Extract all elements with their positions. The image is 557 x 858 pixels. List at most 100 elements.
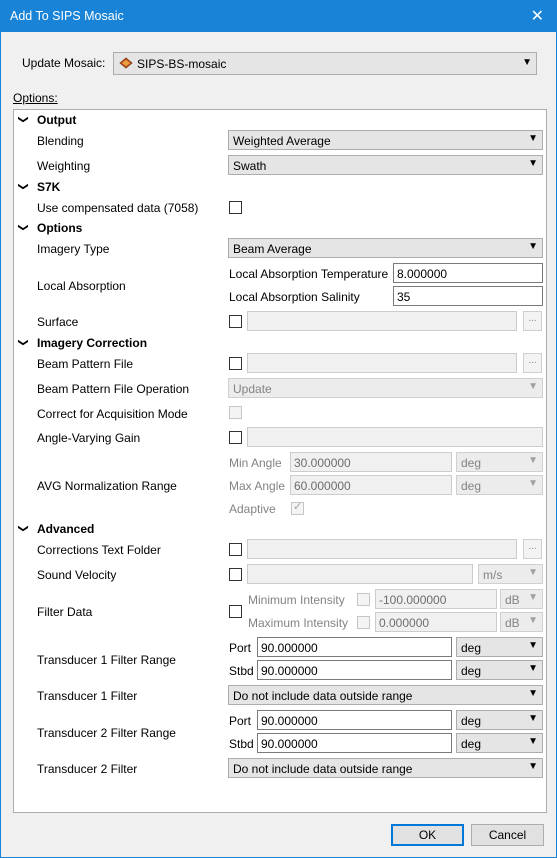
chevron-down-icon: ▼ — [528, 640, 538, 651]
min-intensity-unit: dB — [505, 593, 520, 607]
max-intensity-label: Maximum Intensity — [248, 616, 349, 630]
max-intensity-unit-select: dB ▼ — [500, 612, 543, 632]
max-intensity-input: 0.000000 — [375, 612, 497, 632]
t2-port-unit-select[interactable]: deg ▼ — [456, 710, 543, 730]
salinity-input[interactable]: 35 — [393, 286, 543, 306]
chevron-down-icon[interactable]: ❯ — [18, 524, 29, 532]
chevron-down-icon: ▼ — [528, 592, 538, 603]
t2-port-unit: deg — [461, 714, 482, 728]
t1-stbd-label: Stbd — [229, 664, 254, 678]
chevron-down-icon: ▼ — [528, 615, 538, 626]
filter-data-checkbox[interactable] — [229, 605, 242, 618]
acq-mode-label: Correct for Acquisition Mode — [37, 407, 188, 421]
surface-checkbox[interactable] — [229, 315, 242, 328]
beam-pattern-file-checkbox[interactable] — [229, 357, 242, 370]
sound-velocity-checkbox[interactable] — [229, 568, 242, 581]
avg-gain-checkbox[interactable] — [229, 431, 242, 444]
t2-stbd-unit: deg — [461, 737, 482, 751]
corrections-folder-browse-button: ... — [523, 539, 542, 559]
blending-label: Blending — [37, 134, 84, 148]
sound-velocity-input — [247, 564, 473, 584]
chevron-down-icon: ▼ — [528, 241, 538, 252]
min-intensity-unit-select: dB ▼ — [500, 589, 543, 609]
section-imagery-correction[interactable]: Imagery Correction — [37, 336, 147, 350]
beam-pattern-file-label: Beam Pattern File — [37, 357, 134, 371]
temperature-input[interactable]: 8.000000 — [393, 263, 543, 283]
sound-velocity-label: Sound Velocity — [37, 568, 117, 582]
min-angle-label: Min Angle — [229, 456, 282, 470]
t2-port-input[interactable]: 90.000000 — [257, 710, 452, 730]
mosaic-layer-icon — [119, 57, 133, 72]
weighting-value: Swath — [233, 159, 267, 173]
weighting-label: Weighting — [37, 159, 91, 173]
t1-filter-select[interactable]: Do not include data outside range ▼ — [228, 685, 543, 705]
temperature-label: Local Absorption Temperature — [229, 267, 389, 281]
max-angle-input: 60.000000 — [290, 475, 452, 495]
surface-browse-button: ... — [523, 311, 542, 331]
salinity-value: 35 — [397, 290, 411, 304]
t1-stbd-input[interactable]: 90.000000 — [257, 660, 452, 680]
min-intensity-checkbox — [357, 593, 370, 606]
chevron-down-icon: ▼ — [528, 688, 538, 699]
options-label: Options: — [13, 91, 58, 105]
dialog-window: Add To SIPS Mosaic ✕ Update Mosaic: SIPS… — [0, 0, 557, 858]
section-s7k[interactable]: S7K — [37, 180, 60, 194]
t2-port-value: 90.000000 — [261, 714, 318, 728]
chevron-down-icon: ▼ — [522, 57, 532, 68]
min-angle-input: 30.000000 — [290, 452, 452, 472]
section-output[interactable]: Output — [37, 113, 76, 127]
update-mosaic-select[interactable]: SIPS-BS-mosaic ▼ — [113, 52, 537, 75]
local-absorption-label: Local Absorption — [37, 279, 126, 293]
imagery-type-select[interactable]: Beam Average ▼ — [228, 238, 543, 258]
adaptive-label: Adaptive — [229, 502, 276, 516]
t1-port-input[interactable]: 90.000000 — [257, 637, 452, 657]
corrections-folder-checkbox[interactable] — [229, 543, 242, 556]
chevron-down-icon[interactable]: ❯ — [18, 182, 29, 190]
close-icon[interactable]: ✕ — [531, 6, 544, 26]
section-options[interactable]: Options — [37, 221, 82, 235]
chevron-down-icon[interactable]: ❯ — [18, 338, 29, 346]
max-angle-unit: deg — [461, 479, 482, 493]
t2-filter-value: Do not include data outside range — [233, 762, 413, 776]
t1-filter-value: Do not include data outside range — [233, 689, 413, 703]
t2-stbd-value: 90.000000 — [261, 737, 318, 751]
chevron-down-icon[interactable]: ❯ — [18, 115, 29, 123]
t1-port-unit: deg — [461, 641, 482, 655]
t2-filter-select[interactable]: Do not include data outside range ▼ — [228, 758, 543, 778]
ok-button[interactable]: OK — [391, 824, 464, 846]
update-mosaic-label: Update Mosaic: — [22, 56, 106, 70]
update-mosaic-value: SIPS-BS-mosaic — [137, 57, 227, 71]
chevron-down-icon[interactable]: ❯ — [18, 223, 29, 231]
avg-range-label: AVG Normalization Range — [37, 479, 177, 493]
beam-pattern-op-select: Update ▼ — [228, 378, 543, 398]
chevron-down-icon: ▼ — [528, 381, 538, 392]
beam-pattern-op-label: Beam Pattern File Operation — [37, 382, 190, 396]
weighting-select[interactable]: Swath ▼ — [228, 155, 543, 175]
max-angle-value: 60.000000 — [294, 479, 351, 493]
chevron-down-icon: ▼ — [528, 455, 538, 466]
sound-velocity-unit: m/s — [483, 568, 503, 582]
filter-data-label: Filter Data — [37, 605, 93, 619]
cancel-button[interactable]: Cancel — [471, 824, 544, 846]
section-advanced[interactable]: Advanced — [37, 522, 94, 536]
t1-stbd-unit-select[interactable]: deg ▼ — [456, 660, 543, 680]
t1-range-label: Transducer 1 Filter Range — [37, 653, 176, 667]
chevron-down-icon: ▼ — [528, 133, 538, 144]
avg-gain-label: Angle-Varying Gain — [37, 431, 141, 445]
sound-velocity-unit-select: m/s ▼ — [478, 564, 543, 584]
chevron-down-icon: ▼ — [528, 663, 538, 674]
min-intensity-input: -100.000000 — [375, 589, 497, 609]
compensated-data-checkbox[interactable] — [229, 201, 242, 214]
surface-path-input — [247, 311, 517, 331]
t2-stbd-unit-select[interactable]: deg ▼ — [456, 733, 543, 753]
min-intensity-value: -100.000000 — [379, 593, 447, 607]
t1-filter-label: Transducer 1 Filter — [37, 689, 138, 703]
blending-select[interactable]: Weighted Average ▼ — [228, 130, 543, 150]
checkmark-icon: ✓ — [293, 501, 303, 513]
corrections-folder-input — [247, 539, 517, 559]
beam-pattern-op-value: Update — [233, 382, 272, 396]
title-bar: Add To SIPS Mosaic ✕ — [1, 1, 556, 32]
t1-port-unit-select[interactable]: deg ▼ — [456, 637, 543, 657]
max-angle-unit-select: deg ▼ — [456, 475, 543, 495]
t2-stbd-input[interactable]: 90.000000 — [257, 733, 452, 753]
